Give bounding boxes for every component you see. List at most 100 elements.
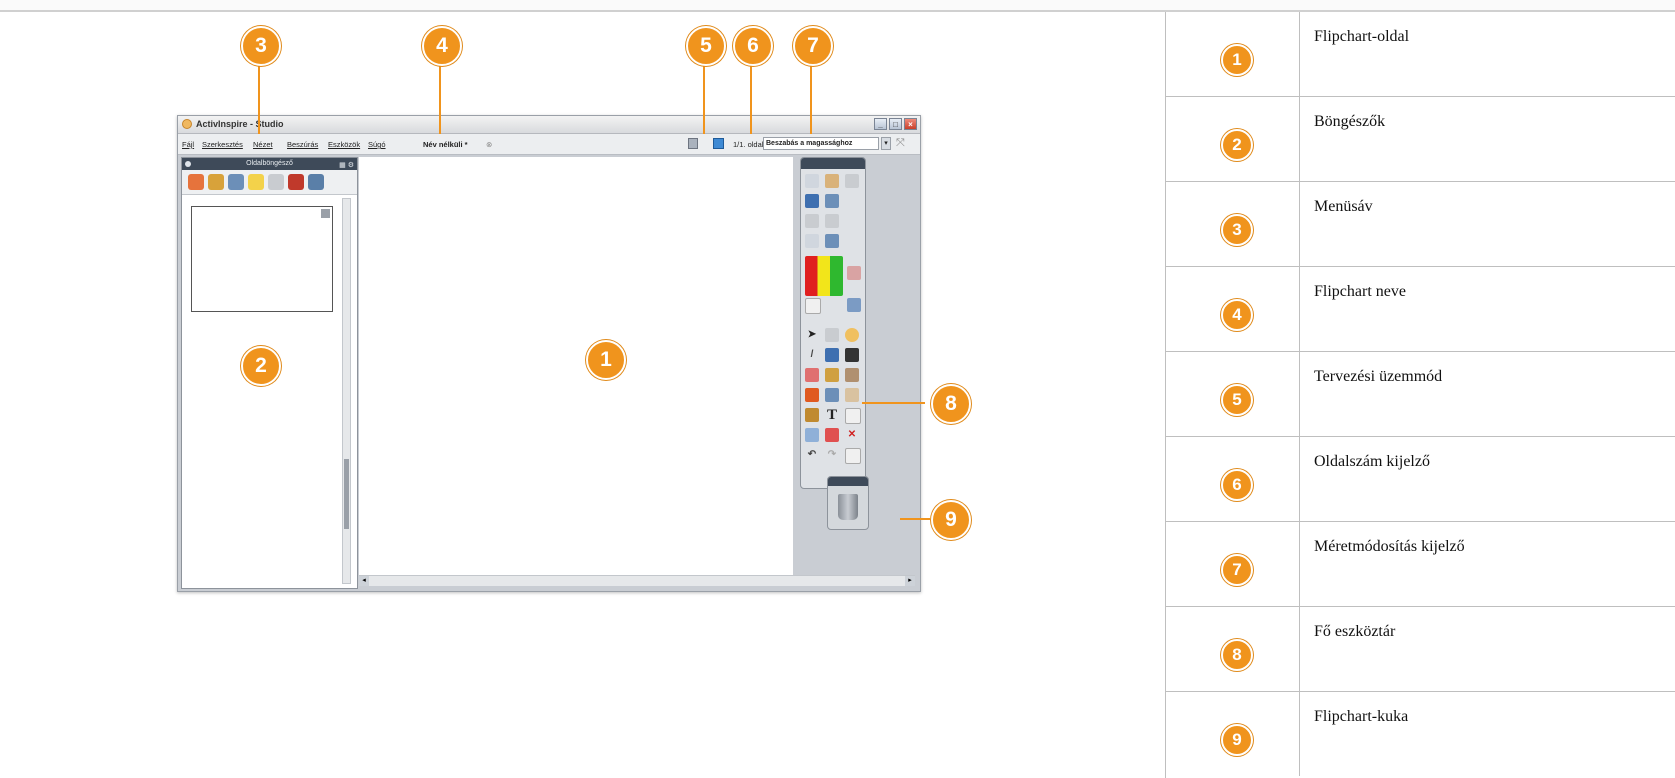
flipchart-name-tab[interactable]: Név nélküli * (423, 140, 468, 149)
shape-icon[interactable] (825, 368, 839, 382)
color-palette-icon[interactable] (805, 256, 843, 296)
legend-badge: 6 (1221, 469, 1253, 501)
clear-icon[interactable] (845, 388, 859, 402)
eraser-icon[interactable] (805, 368, 819, 382)
browser-header: Oldalböngésző ▦ ⚙ (182, 158, 357, 170)
callout-4: 4 (422, 26, 462, 66)
callout-8: 8 (931, 384, 971, 424)
object-browser-icon[interactable] (228, 174, 244, 190)
pen-icon[interactable]: / (805, 348, 819, 362)
minimize-icon[interactable]: _ (874, 118, 887, 130)
text-icon[interactable]: T (825, 408, 839, 423)
scroll-thumb[interactable] (344, 459, 349, 529)
leader-line-7 (810, 60, 812, 134)
menu-tool-icon[interactable] (805, 174, 819, 188)
resource-browser-icon[interactable] (208, 174, 224, 190)
chevron-down-icon[interactable]: ▾ (881, 137, 891, 150)
toolbox-header (801, 158, 865, 169)
save-icon[interactable] (845, 348, 859, 362)
window-titlebar: ActivInspire - Studio _ □ × (178, 116, 920, 134)
notes-browser-icon[interactable] (248, 174, 264, 190)
scroll-left-icon[interactable]: ◂ (359, 576, 369, 586)
legend-table: 1 Flipchart-oldal 2 Böngészők 3 Menüsáv … (1165, 12, 1675, 778)
highlighter-icon[interactable] (825, 348, 839, 362)
zoom-select[interactable]: Beszabás a magassághoz (763, 137, 879, 150)
menu-file[interactable]: Fájl (182, 140, 194, 149)
menu-view[interactable]: Nézet (253, 140, 273, 149)
leader-line-8 (862, 402, 925, 404)
callout-9: 9 (931, 500, 971, 540)
legend-row: 7 Méretmódosítás kijelző (1166, 522, 1675, 607)
reset-icon[interactable] (805, 234, 819, 248)
browser-title: Oldalböngésző (246, 160, 293, 167)
legend-row: 4 Flipchart neve (1166, 267, 1675, 352)
legend-badge: 1 (1221, 44, 1253, 76)
legend-badge: 7 (1221, 554, 1253, 586)
screenshot-illustration: ActivInspire - Studio _ □ × Fájl Szerkes… (0, 12, 1165, 778)
horizontal-scrollbar[interactable]: ◂ ▸ (359, 575, 915, 586)
next-page-icon[interactable] (825, 214, 839, 228)
expand-icon[interactable]: ⤧ (896, 137, 905, 150)
fill-shape-icon[interactable] (805, 388, 819, 402)
fill-icon[interactable] (825, 234, 839, 248)
camera-icon[interactable] (805, 428, 819, 442)
page-thumbnail[interactable] (191, 206, 333, 312)
browser-scrollbar[interactable] (342, 198, 351, 584)
clock-icon[interactable] (845, 328, 859, 342)
legend-row: 8 Fő eszköztár (1166, 607, 1675, 692)
legend-label: Flipchart-oldal (1314, 28, 1410, 45)
main-toolbox: ➤ / T ✕ ↶ ↷ (800, 157, 866, 489)
menu-insert[interactable]: Beszúrás (287, 140, 318, 149)
color-picker-icon[interactable] (847, 266, 861, 280)
pin-icon[interactable] (185, 161, 191, 167)
tools-icon[interactable] (825, 328, 839, 342)
close-icon[interactable]: × (904, 118, 917, 130)
design-mode-icon[interactable] (713, 138, 724, 149)
pen-profile-icon[interactable] (845, 174, 859, 188)
tab-close-icon[interactable]: ⊗ (486, 140, 492, 149)
callout-3: 3 (241, 26, 281, 66)
new-page-icon[interactable] (845, 448, 861, 464)
legend-row: 9 Flipchart-kuka (1166, 692, 1675, 776)
property-browser-icon[interactable] (268, 174, 284, 190)
redo-icon[interactable]: ↷ (825, 448, 839, 462)
scroll-right-icon[interactable]: ▸ (905, 576, 915, 586)
legend-label: Flipchart neve (1314, 283, 1406, 300)
action-browser-icon[interactable] (288, 174, 304, 190)
voting-browser-icon[interactable] (308, 174, 324, 190)
maximize-icon[interactable]: □ (889, 118, 902, 130)
marker-icon[interactable] (847, 298, 861, 312)
menu-edit[interactable]: Szerkesztés (202, 140, 243, 149)
delete-icon[interactable]: ✕ (845, 428, 859, 442)
desktop-icon[interactable] (805, 194, 819, 208)
reset-page-icon[interactable] (825, 428, 839, 442)
profile-tool-icon[interactable] (825, 174, 839, 188)
select-icon[interactable]: ➤ (805, 328, 819, 342)
flipchart-page[interactable] (359, 157, 793, 575)
legend-label: Méretmódosítás kijelző (1314, 538, 1465, 555)
flipchart-trash[interactable] (827, 476, 869, 530)
connector-icon[interactable] (845, 368, 859, 382)
menu-tools[interactable]: Eszközök (328, 140, 360, 149)
revealer-icon[interactable] (845, 408, 861, 424)
window-title: ActivInspire - Studio (196, 119, 284, 129)
trash-header (828, 477, 868, 486)
clipart-icon[interactable] (805, 408, 819, 422)
line-icon[interactable] (825, 388, 839, 402)
legend-label: Flipchart-kuka (1314, 708, 1409, 725)
callout-5: 5 (686, 26, 726, 66)
pen-width-icon[interactable] (805, 298, 821, 314)
menu-help[interactable]: Súgó (368, 140, 386, 149)
magnifier-icon[interactable] (825, 194, 839, 208)
trash-icon[interactable] (838, 494, 858, 520)
page-browser-icon[interactable] (188, 174, 204, 190)
callout-2: 2 (241, 346, 281, 386)
leader-line-5 (703, 60, 705, 134)
callout-1: 1 (586, 340, 626, 380)
legend-row: 1 Flipchart-oldal (1166, 12, 1675, 97)
presenter-mode-icon[interactable] (688, 138, 698, 149)
callout-6: 6 (733, 26, 773, 66)
legend-badge: 8 (1221, 639, 1253, 671)
previous-page-icon[interactable] (805, 214, 819, 228)
undo-icon[interactable]: ↶ (805, 448, 819, 462)
